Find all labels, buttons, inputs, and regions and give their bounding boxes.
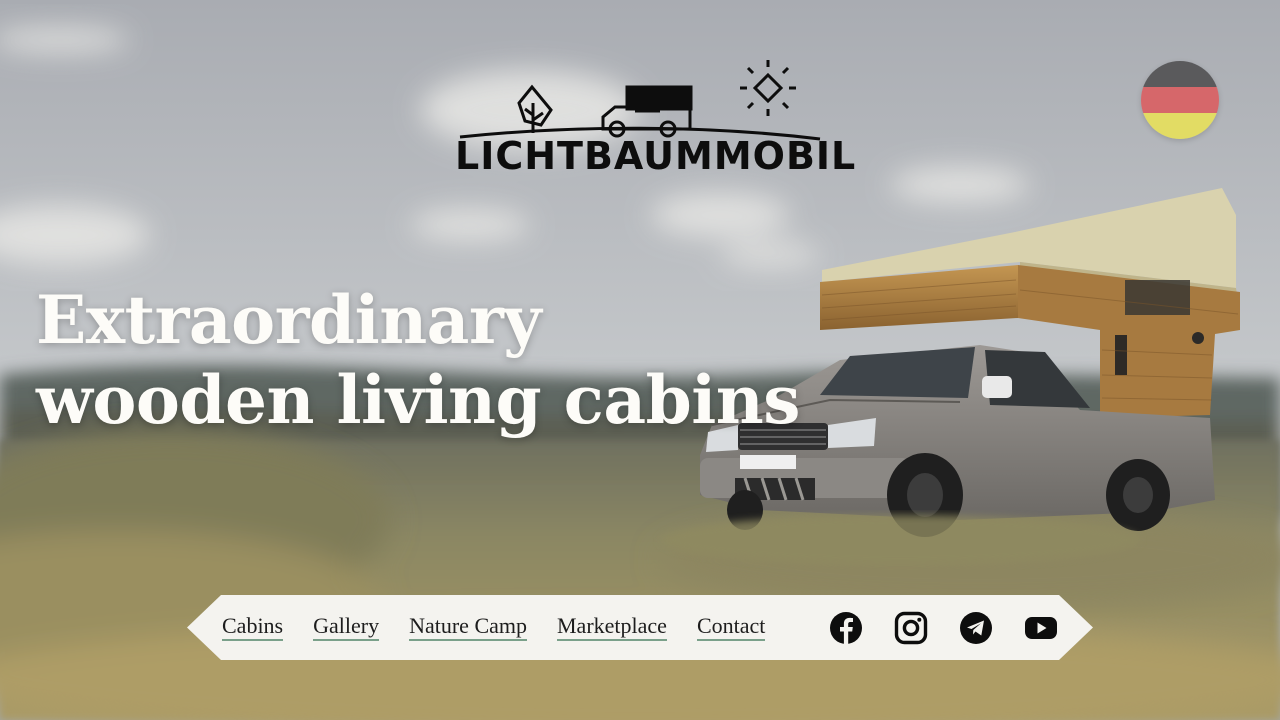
nav-link-marketplace[interactable]: Marketplace [557, 614, 667, 641]
brand-wordmark: LICHTBAUMMOBIL [455, 134, 857, 178]
nav-links: Cabins Gallery Nature Camp Marketplace C… [222, 595, 795, 660]
nav-link-gallery[interactable]: Gallery [313, 614, 380, 641]
social-links [829, 611, 1089, 645]
flag-stripe-black [1141, 61, 1219, 87]
hero-headline-line-2: wooden living cabins [36, 361, 800, 439]
language-switcher-germany-flag-icon[interactable] [1141, 61, 1219, 139]
camper-car-icon [601, 85, 693, 138]
nav-link-cabins[interactable]: Cabins [222, 614, 284, 641]
hero-headline: Extraordinary wooden living cabins [36, 280, 856, 440]
flag-stripe-gold [1141, 113, 1219, 139]
tree-icon [517, 84, 553, 133]
telegram-icon[interactable] [959, 611, 993, 645]
sun-icon [740, 60, 796, 116]
brand-logo[interactable]: LICHTBAUMMOBIL [455, 55, 857, 190]
nav-link-contact[interactable]: Contact [696, 614, 766, 641]
youtube-icon[interactable] [1024, 611, 1058, 645]
instagram-icon[interactable] [894, 611, 928, 645]
nav-link-nature-camp[interactable]: Nature Camp [409, 614, 527, 641]
facebook-icon[interactable] [829, 611, 863, 645]
bottom-navigation: Cabins Gallery Nature Camp Marketplace C… [187, 595, 1093, 660]
hero-headline-line-1: Extraordinary [36, 281, 542, 359]
flag-stripe-red [1141, 87, 1219, 113]
